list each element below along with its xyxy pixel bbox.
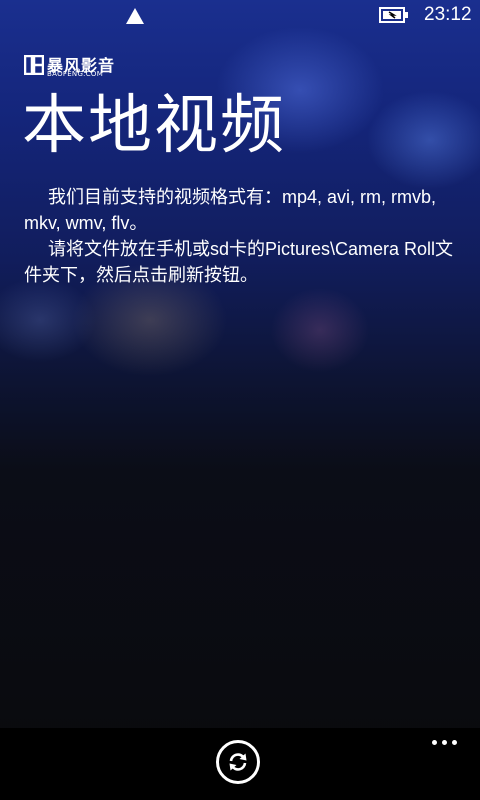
page-title: 本地视频	[22, 89, 286, 163]
more-dots-icon	[442, 740, 447, 745]
instruction-text: 请将文件放在手机或sd卡的Pictures\Camera Roll文件夹下，然后…	[24, 239, 454, 285]
status-bar: 23:12	[0, 0, 480, 32]
battery-charging-icon	[379, 7, 408, 23]
app-bar	[0, 728, 480, 800]
format-support-text: 我们目前支持的视频格式有：mp4, avi, rm, rmvb, mkv, wm…	[24, 187, 437, 233]
description: 我们目前支持的视频格式有：mp4, avi, rm, rmvb, mkv, wm…	[24, 184, 454, 288]
refresh-icon	[229, 753, 247, 771]
more-dots-icon	[452, 740, 457, 745]
app-logo: 暴风影音 BAOFENG.COM	[24, 52, 144, 78]
more-options-button[interactable]	[424, 734, 464, 750]
more-dots-icon	[432, 740, 437, 745]
refresh-button[interactable]	[216, 740, 260, 784]
baofeng-logo-icon	[24, 55, 44, 75]
logo-subtext: BAOFENG.COM	[47, 70, 104, 78]
status-clock: 23:12	[424, 4, 472, 25]
signal-triangle-icon	[126, 8, 144, 24]
app-screen: 23:12 暴风影音 BAOFENG.COM 本地视频 我们目前支持的视频格式有…	[0, 0, 480, 800]
